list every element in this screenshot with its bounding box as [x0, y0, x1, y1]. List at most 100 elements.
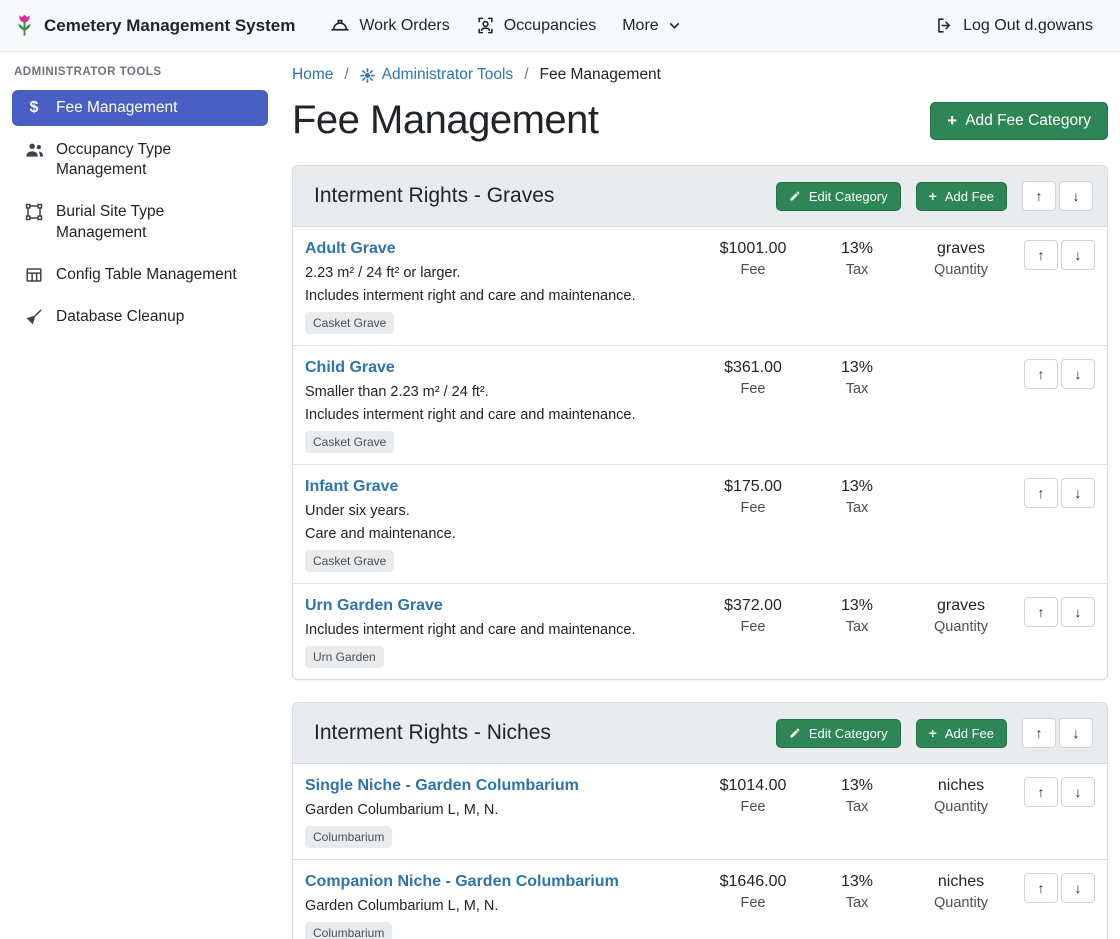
- move-category-up-button[interactable]: ↑: [1022, 181, 1056, 211]
- sidebar-item-config-table-management[interactable]: Config Table Management: [12, 257, 268, 293]
- fee-row: Infant Grave Under six years. Care and m…: [293, 465, 1107, 584]
- fee-amount-label: Fee: [701, 799, 805, 815]
- breadcrumb-home-link[interactable]: Home: [292, 66, 333, 84]
- sidebar-item-database-cleanup[interactable]: Database Cleanup: [12, 299, 268, 335]
- fee-name-link[interactable]: Child Grave: [305, 359, 395, 377]
- top-navbar: Cemetery Management System Work Orders O…: [0, 0, 1120, 52]
- move-fee-up-button[interactable]: ↑: [1024, 873, 1058, 903]
- category-header: Interment Rights - Graves Edit Category …: [293, 166, 1107, 227]
- fee-amount-label: Fee: [701, 619, 805, 635]
- plus-icon: +: [929, 189, 937, 203]
- quantity-column: niches Quantity: [909, 777, 1013, 815]
- move-fee-up-button[interactable]: ↑: [1024, 478, 1058, 508]
- breadcrumb-admin-tools-label: Administrator Tools: [382, 66, 514, 84]
- tax-value: 13%: [805, 777, 909, 795]
- edit-category-label: Edit Category: [809, 726, 888, 741]
- logout-link[interactable]: Log Out d.gowans: [922, 8, 1106, 43]
- quantity-column: graves Quantity: [909, 240, 1013, 278]
- fee-name-link[interactable]: Adult Grave: [305, 240, 396, 258]
- move-fee-up-button[interactable]: ↑: [1024, 359, 1058, 389]
- nav-work-orders[interactable]: Work Orders: [317, 8, 462, 44]
- category-title: Interment Rights - Niches: [314, 721, 776, 745]
- fee-name-link[interactable]: Infant Grave: [305, 478, 398, 496]
- quantity-label: Quantity: [909, 262, 1013, 278]
- fee-name-link[interactable]: Single Niche - Garden Columbarium: [305, 777, 579, 795]
- fee-amount: $1001.00: [701, 240, 805, 258]
- tax-value: 13%: [805, 597, 909, 615]
- fee-description: Under six years.: [305, 503, 693, 519]
- sidebar-item-burial-site-type-management[interactable]: Burial Site Type Management: [12, 194, 268, 250]
- tax-value: 13%: [805, 359, 909, 377]
- logout-icon: [935, 16, 954, 35]
- sidebar-item-fee-management[interactable]: $ Fee Management: [12, 90, 268, 126]
- fee-type-badge: Columbarium: [305, 922, 392, 939]
- fee-amount-label: Fee: [701, 262, 805, 278]
- users-icon: [24, 141, 44, 158]
- tax-column: 13% Tax: [805, 240, 909, 278]
- tulip-logo-icon: [14, 13, 35, 39]
- edit-category-button[interactable]: Edit Category: [776, 182, 901, 211]
- fee-amount-column: $175.00 Fee: [701, 478, 805, 516]
- move-category-down-button[interactable]: ↓: [1059, 718, 1093, 748]
- app-brand[interactable]: Cemetery Management System: [14, 13, 295, 39]
- app-title: Cemetery Management System: [44, 16, 295, 36]
- tax-label: Tax: [805, 500, 909, 516]
- sidebar-item-occupancy-type-management[interactable]: Occupancy Type Management: [12, 132, 268, 188]
- fee-amount-column: $1001.00 Fee: [701, 240, 805, 278]
- fee-description: Garden Columbarium L, M, N.: [305, 898, 693, 914]
- edit-category-label: Edit Category: [809, 189, 888, 204]
- quantity-value: niches: [909, 873, 1013, 891]
- fee-amount-column: $372.00 Fee: [701, 597, 805, 635]
- category-title: Interment Rights - Graves: [314, 184, 776, 208]
- breadcrumb-current: Fee Management: [540, 66, 662, 84]
- move-fee-up-button[interactable]: ↑: [1024, 777, 1058, 807]
- tax-column: 13% Tax: [805, 478, 909, 516]
- sidebar-item-label: Config Table Management: [56, 265, 237, 285]
- tax-column: 13% Tax: [805, 359, 909, 397]
- add-fee-label: Add Fee: [945, 726, 994, 741]
- move-fee-down-button[interactable]: ↓: [1061, 240, 1095, 270]
- move-fee-up-button[interactable]: ↑: [1024, 597, 1058, 627]
- quantity-value: graves: [909, 240, 1013, 258]
- move-category-up-button[interactable]: ↑: [1022, 718, 1056, 748]
- move-fee-down-button[interactable]: ↓: [1061, 873, 1095, 903]
- move-fee-down-button[interactable]: ↓: [1061, 777, 1095, 807]
- move-fee-down-button[interactable]: ↓: [1061, 359, 1095, 389]
- quantity-label: Quantity: [909, 895, 1013, 911]
- fee-description: Smaller than 2.23 m² / 24 ft².: [305, 384, 693, 400]
- tax-column: 13% Tax: [805, 597, 909, 635]
- quantity-column: graves Quantity: [909, 597, 1013, 635]
- nav-occupancies-label: Occupancies: [504, 17, 597, 35]
- fee-name-link[interactable]: Companion Niche - Garden Columbarium: [305, 873, 619, 891]
- category-card-niches: Interment Rights - Niches Edit Category …: [292, 702, 1108, 939]
- add-fee-button[interactable]: + Add Fee: [916, 719, 1007, 748]
- plus-icon: +: [947, 112, 957, 129]
- add-fee-button[interactable]: + Add Fee: [916, 182, 1007, 211]
- fee-amount-label: Fee: [701, 500, 805, 516]
- quantity-label: Quantity: [909, 799, 1013, 815]
- quantity-label: Quantity: [909, 619, 1013, 635]
- move-category-down-button[interactable]: ↓: [1059, 181, 1093, 211]
- dollar-icon: $: [24, 99, 44, 117]
- fee-row: Adult Grave 2.23 m² / 24 ft² or larger. …: [293, 227, 1107, 346]
- edit-category-button[interactable]: Edit Category: [776, 719, 901, 748]
- add-fee-category-button[interactable]: + Add Fee Category: [930, 102, 1108, 140]
- fee-amount: $361.00: [701, 359, 805, 377]
- tax-label: Tax: [805, 262, 909, 278]
- move-fee-down-button[interactable]: ↓: [1061, 478, 1095, 508]
- broom-icon: [24, 308, 44, 326]
- fee-description: Garden Columbarium L, M, N.: [305, 802, 693, 818]
- breadcrumb-admin-tools-link[interactable]: Administrator Tools: [360, 66, 514, 84]
- sidebar-item-label: Database Cleanup: [56, 307, 184, 327]
- fee-name-link[interactable]: Urn Garden Grave: [305, 597, 443, 615]
- breadcrumb-separator: /: [524, 66, 528, 84]
- tax-value: 13%: [805, 873, 909, 891]
- hard-hat-icon: [330, 16, 350, 36]
- pencil-icon: [789, 727, 801, 739]
- nav-occupancies[interactable]: Occupancies: [463, 8, 610, 43]
- move-fee-down-button[interactable]: ↓: [1061, 597, 1095, 627]
- fee-amount-column: $1646.00 Fee: [701, 873, 805, 911]
- move-fee-up-button[interactable]: ↑: [1024, 240, 1058, 270]
- fee-amount-label: Fee: [701, 895, 805, 911]
- nav-more[interactable]: More: [609, 9, 693, 43]
